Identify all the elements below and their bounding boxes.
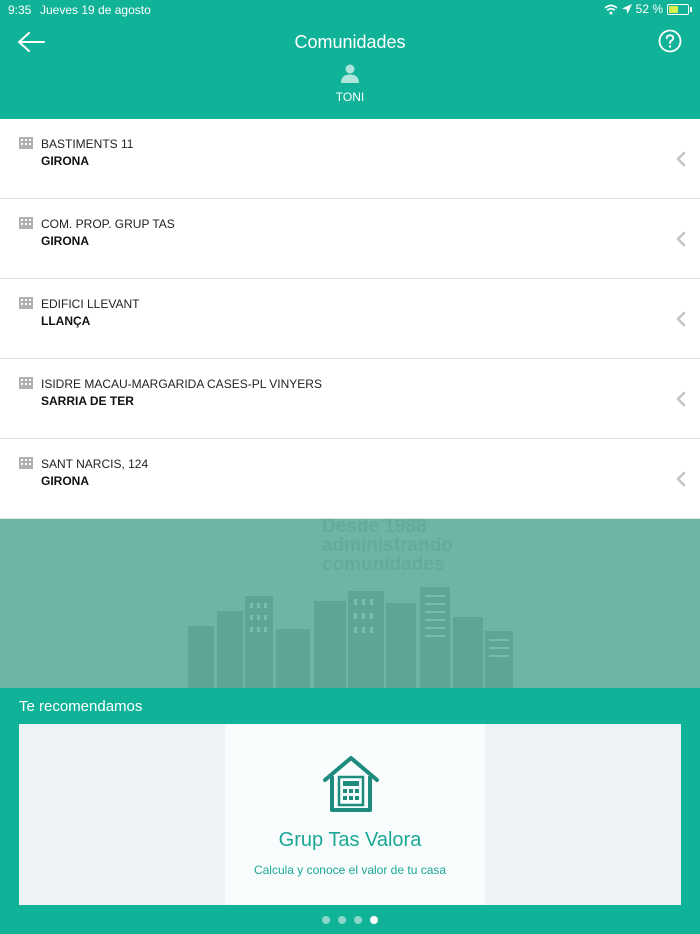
community-name: BASTIMENTS 11: [41, 137, 134, 151]
building-icon: [19, 457, 33, 469]
slogan-line: administrando: [322, 535, 453, 556]
banner-slogan: Desde 1988 administrando comunidades: [322, 519, 453, 574]
chevron-left-icon: [676, 311, 686, 327]
building-icon: [19, 217, 33, 229]
user-name: TONI: [335, 90, 365, 104]
community-list: BASTIMENTS 11 GIRONA COM. PROP. GRUP TAS…: [0, 119, 700, 519]
community-item[interactable]: COM. PROP. GRUP TAS GIRONA: [0, 199, 700, 279]
location-arrow-icon: [621, 4, 632, 14]
community-item[interactable]: ISIDRE MACAU-MARGARIDA CASES-PL VINYERS …: [0, 359, 700, 439]
chevron-left-icon: [676, 151, 686, 167]
pager-dot[interactable]: [322, 916, 330, 924]
house-calculator-icon: [323, 756, 379, 812]
community-city: GIRONA: [41, 474, 89, 488]
community-name: COM. PROP. GRUP TAS: [41, 217, 175, 231]
status-time: 9:35: [8, 3, 32, 17]
wifi-icon: [604, 4, 618, 14]
community-item[interactable]: BASTIMENTS 11 GIRONA: [0, 119, 700, 199]
community-city: GIRONA: [41, 234, 89, 248]
carousel-pager: [322, 916, 378, 924]
community-name: ISIDRE MACAU-MARGARIDA CASES-PL VINYERS: [41, 377, 322, 391]
pager-dot[interactable]: [354, 916, 362, 924]
status-bar: 9:35 Jueves 19 de agosto 52 %: [0, 0, 700, 20]
promo-background-paper: [225, 724, 485, 905]
promo-subtitle: Calcula y conoce el valor de tu casa: [253, 863, 447, 877]
community-item[interactable]: SANT NARCIS, 124 GIRONA: [0, 439, 700, 519]
community-city: GIRONA: [41, 154, 89, 168]
slogan-banner: Desde 1988 administrando comunidades: [0, 519, 700, 688]
battery-icon: [667, 3, 689, 15]
user-icon: [341, 64, 359, 83]
status-indicators: 52 %: [604, 2, 692, 16]
community-name: SANT NARCIS, 124: [41, 457, 149, 471]
promo-title: Grup Tas Valora: [278, 829, 422, 851]
community-name: EDIFICI LLEVANT: [41, 297, 140, 311]
header: Comunidades TONI: [0, 20, 700, 119]
status-date: Jueves 19 de agosto: [40, 3, 151, 17]
pager-dot[interactable]: [370, 916, 378, 924]
recommendations-section: Te recomendamos Grup Tas Valora Calcula …: [0, 688, 700, 934]
city-skyline-illustration: [188, 587, 513, 688]
building-icon: [19, 297, 33, 309]
promo-card[interactable]: Grup Tas Valora Calcula y conoce el valo…: [19, 724, 681, 905]
community-city: LLANÇA: [41, 314, 91, 328]
section-title: Te recomendamos: [19, 698, 143, 715]
chevron-left-icon: [676, 471, 686, 487]
help-icon[interactable]: [658, 29, 682, 53]
building-icon: [19, 377, 33, 389]
slogan-line: Desde 1988: [322, 519, 427, 537]
page-title: Comunidades: [294, 32, 406, 52]
community-item[interactable]: EDIFICI LLEVANT LLANÇA: [0, 279, 700, 359]
chevron-left-icon: [676, 231, 686, 247]
slogan-line: comunidades: [322, 554, 445, 575]
community-city: SARRIA DE TER: [41, 394, 134, 408]
battery-percent: 52 %: [635, 2, 663, 16]
pager-dot[interactable]: [338, 916, 346, 924]
building-icon: [19, 137, 33, 149]
chevron-left-icon: [676, 391, 686, 407]
